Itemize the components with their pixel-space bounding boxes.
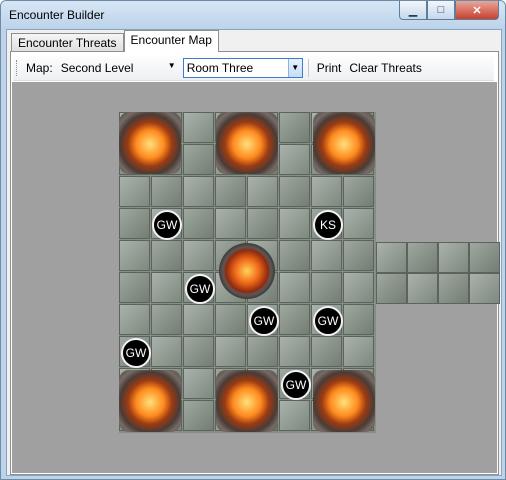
floor-tile: [311, 272, 342, 303]
minimize-button[interactable]: ▁: [399, 1, 427, 20]
print-button[interactable]: Print: [317, 61, 342, 75]
floor-tile: [247, 208, 278, 239]
floor-tile: [343, 304, 374, 335]
toolbar-separator: [307, 59, 309, 77]
corridor-extension[interactable]: [376, 242, 500, 304]
room-select[interactable]: Room Three ▼: [182, 58, 303, 78]
dropdown-arrow-icon: ▼: [287, 59, 302, 77]
encounter-builder-window: Encounter Builder ▁ □ ✕ Encounter Threat…: [0, 0, 506, 480]
floor-tile: [247, 176, 278, 207]
tab-encounter-map[interactable]: Encounter Map: [123, 30, 219, 52]
maximize-button[interactable]: □: [427, 1, 455, 20]
floor-tile: [407, 242, 438, 273]
floor-tile: [438, 273, 469, 304]
floor-tile: [151, 272, 182, 303]
floor-tile: [215, 304, 246, 335]
floor-tile: [279, 176, 310, 207]
brazier-fire-icon: [119, 112, 181, 174]
client-area: Encounter Threats Encounter Map Map: Sec…: [6, 29, 502, 476]
floor-tile: [279, 112, 310, 143]
floor-tile: [151, 176, 182, 207]
floor-tile: [279, 240, 310, 271]
threat-token[interactable]: GW: [185, 274, 215, 304]
map-label: Map:: [26, 61, 53, 75]
floor-tile: [183, 368, 214, 399]
floor-tile: [119, 240, 150, 271]
floor-tile: [279, 400, 310, 431]
floor-tile: [438, 242, 469, 273]
floor-tile: [183, 240, 214, 271]
map-toolbar: Map: Second Level ▼ Room Three ▼ Print C…: [13, 56, 494, 81]
floor-tile: [279, 336, 310, 367]
map-select[interactable]: Second Level ▼: [58, 58, 178, 78]
tab-encounter-threats[interactable]: Encounter Threats: [11, 33, 124, 52]
floor-tile: [151, 336, 182, 367]
minimize-icon: ▁: [408, 4, 418, 17]
dropdown-arrow-icon: ▼: [167, 61, 176, 70]
threat-token[interactable]: GW: [121, 338, 151, 368]
floor-tile: [343, 336, 374, 367]
floor-tile: [151, 240, 182, 271]
floor-tile: [311, 176, 342, 207]
floor-tile: [183, 176, 214, 207]
floor-tile: [343, 240, 374, 271]
close-icon: ✕: [472, 4, 482, 17]
map-select-value: Second Level: [60, 61, 134, 75]
brazier-fire-icon: [313, 370, 375, 432]
floor-tile: [119, 176, 150, 207]
floor-tile: [469, 273, 500, 304]
floor-tile: [376, 242, 407, 273]
threat-token[interactable]: GW: [313, 306, 343, 336]
brazier-fire-icon: [119, 370, 181, 432]
room-select-value: Room Three: [186, 61, 254, 75]
floor-tile: [247, 336, 278, 367]
floor-tile: [311, 336, 342, 367]
clear-threats-button[interactable]: Clear Threats: [349, 61, 421, 75]
floor-tile: [215, 208, 246, 239]
map-canvas[interactable]: GW KS GW GW GW GW GW: [12, 82, 500, 473]
window-title: Encounter Builder: [9, 8, 105, 22]
dungeon-map[interactable]: GW KS GW GW GW GW GW: [119, 112, 376, 433]
floor-tile: [279, 208, 310, 239]
floor-tile: [343, 176, 374, 207]
floor-tile: [343, 272, 374, 303]
floor-tile: [151, 304, 182, 335]
threat-token[interactable]: GW: [249, 306, 279, 336]
floor-tile: [215, 176, 246, 207]
floor-tile: [119, 304, 150, 335]
floor-tile: [215, 336, 246, 367]
center-fire-pit-icon: [219, 243, 275, 299]
title-bar[interactable]: Encounter Builder ▁ □ ✕: [1, 1, 505, 29]
encounter-map-panel: Map: Second Level ▼ Room Three ▼ Print C…: [10, 51, 500, 475]
floor-tile: [183, 144, 214, 175]
maximize-icon: □: [437, 4, 445, 16]
floor-tile: [343, 208, 374, 239]
toolbar-grip[interactable]: [16, 60, 20, 76]
resize-grip[interactable]: [493, 467, 503, 477]
floor-tile: [119, 272, 150, 303]
threat-token[interactable]: GW: [281, 370, 311, 400]
floor-tile: [279, 144, 310, 175]
floor-tile: [469, 242, 500, 273]
floor-tile: [407, 273, 438, 304]
floor-tile: [183, 112, 214, 143]
threat-token[interactable]: GW: [152, 210, 182, 240]
tab-strip: Encounter Threats Encounter Map: [11, 30, 219, 52]
floor-tile: [183, 336, 214, 367]
threat-token[interactable]: KS: [313, 210, 343, 240]
floor-tile: [311, 240, 342, 271]
floor-tile: [119, 208, 150, 239]
close-button[interactable]: ✕: [455, 1, 499, 20]
floor-tile: [183, 208, 214, 239]
brazier-fire-icon: [216, 370, 278, 432]
floor-tile: [183, 400, 214, 431]
floor-tile: [279, 272, 310, 303]
caption-buttons: ▁ □ ✕: [399, 1, 499, 20]
floor-tile: [376, 273, 407, 304]
floor-tile: [279, 304, 310, 335]
brazier-fire-icon: [313, 112, 375, 174]
brazier-fire-icon: [216, 112, 278, 174]
floor-tile: [183, 304, 214, 335]
